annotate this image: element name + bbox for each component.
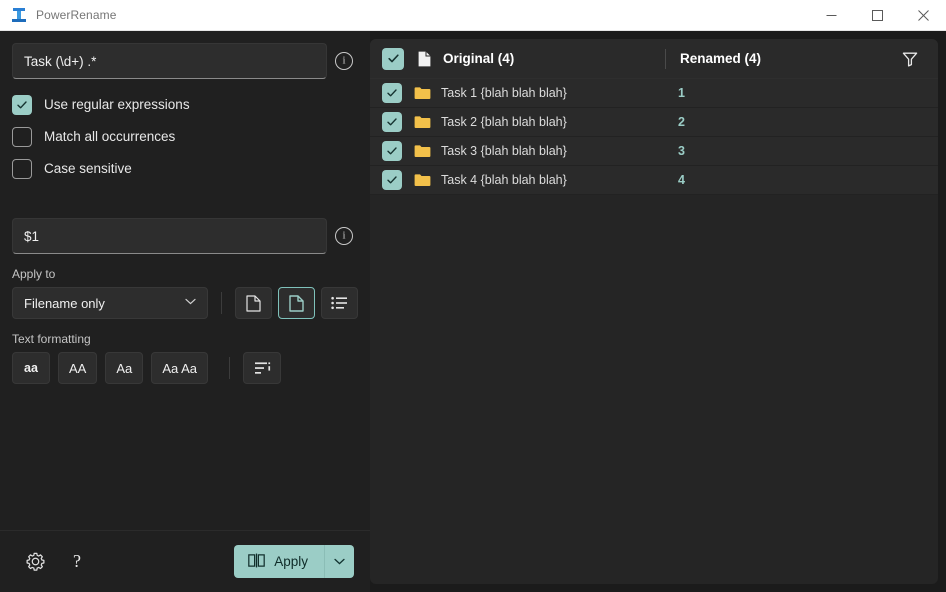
row-checkbox[interactable]	[382, 112, 402, 132]
capitalize-each-word-button[interactable]: Aa Aa	[151, 352, 209, 384]
apply-to-folders-button[interactable]	[277, 287, 315, 319]
file-list-panel: Original (4) Renamed (4) Task 1 {blah bl…	[370, 39, 938, 584]
apply-to-subfolders-button[interactable]	[320, 287, 358, 319]
select-all-checkbox[interactable]	[382, 47, 404, 70]
table-row[interactable]: Task 3 {blah blah blah} 3	[370, 137, 938, 166]
enumerate-items-button[interactable]	[243, 352, 282, 384]
replace-input[interactable]: $1	[12, 218, 327, 254]
file-icon	[416, 51, 433, 67]
help-label: ?	[73, 551, 81, 571]
option-match-all-occurrences[interactable]: Match all occurrences	[12, 126, 358, 147]
apply-button[interactable]: Apply	[234, 545, 324, 578]
divider	[229, 357, 231, 379]
lowercase-button[interactable]: aa	[12, 352, 50, 384]
bottom-action-bar: ? Apply	[0, 530, 370, 592]
checkbox-checked-icon[interactable]	[12, 94, 32, 115]
minimize-icon[interactable]	[808, 0, 854, 31]
apply-to-row: Filename only	[12, 287, 358, 319]
apply-to-select[interactable]: Filename only	[12, 287, 208, 319]
apply-rename-icon	[248, 553, 266, 571]
row-original-name: Task 3 {blah blah blah}	[441, 144, 567, 158]
search-input[interactable]: Task (\d+) .*	[12, 43, 327, 79]
column-header-renamed[interactable]: Renamed (4)	[680, 51, 894, 66]
file-list-header: Original (4) Renamed (4)	[370, 39, 938, 79]
table-row[interactable]: Task 4 {blah blah blah} 4	[370, 166, 938, 195]
row-original-name: Task 2 {blah blah blah}	[441, 115, 567, 129]
title-bar-left: PowerRename	[0, 7, 808, 23]
row-renamed-name: 3	[678, 144, 685, 158]
row-renamed-name: 2	[678, 115, 685, 129]
file-icon	[246, 294, 261, 312]
close-icon[interactable]	[900, 0, 946, 31]
apply-to-files-button[interactable]	[234, 287, 272, 319]
option-label: Match all occurrences	[44, 129, 176, 144]
powerrename-window: PowerRename Task (\d+) .* i Use regular …	[0, 0, 946, 592]
column-divider	[665, 48, 666, 69]
enumerate-items-icon	[254, 362, 270, 374]
apply-dropdown-button[interactable]	[324, 545, 354, 578]
row-original-name: Task 4 {blah blah blah}	[441, 173, 567, 187]
title-bar: PowerRename	[0, 0, 946, 31]
checkbox-unchecked-icon[interactable]	[12, 126, 32, 147]
chevron-down-icon	[334, 558, 345, 565]
controls-scroll-area: Task (\d+) .* i Use regular expressions …	[0, 31, 370, 530]
table-row[interactable]: Task 2 {blah blah blah} 2	[370, 108, 938, 137]
powerrename-icon	[11, 7, 27, 23]
controls-panel: Task (\d+) .* i Use regular expressions …	[0, 31, 370, 592]
filter-icon[interactable]	[894, 44, 926, 74]
apply-label: Apply	[274, 554, 308, 569]
option-label: Case sensitive	[44, 161, 132, 176]
divider	[220, 292, 222, 314]
folder-file-icon	[289, 294, 304, 312]
column-header-original[interactable]: Original (4)	[443, 51, 665, 66]
option-use-regular-expressions[interactable]: Use regular expressions	[12, 94, 358, 115]
folder-icon	[414, 86, 431, 100]
chevron-down-icon	[185, 298, 196, 308]
folder-icon	[414, 115, 431, 129]
search-info-icon[interactable]: i	[335, 52, 353, 70]
search-options-group: Use regular expressions Match all occurr…	[12, 94, 358, 179]
text-formatting-row: aa AA Aa Aa Aa	[12, 352, 358, 384]
file-list-body: Task 1 {blah blah blah} 1 Task 2 {blah b…	[370, 79, 938, 584]
option-case-sensitive[interactable]: Case sensitive	[12, 158, 358, 179]
row-checkbox[interactable]	[382, 83, 402, 103]
table-row[interactable]: Task 1 {blah blah blah} 1	[370, 79, 938, 108]
folder-icon	[414, 144, 431, 158]
search-field-row: Task (\d+) .* i	[12, 43, 358, 79]
row-original-name: Task 1 {blah blah blah}	[441, 86, 567, 100]
row-renamed-name: 1	[678, 86, 685, 100]
apply-to-label: Apply to	[12, 267, 56, 281]
help-button[interactable]: ?	[60, 545, 94, 579]
gear-icon	[26, 552, 44, 571]
row-checkbox[interactable]	[382, 170, 402, 190]
checkbox-unchecked-icon[interactable]	[12, 158, 32, 179]
uppercase-button[interactable]: AA	[58, 352, 98, 384]
text-formatting-label: Text formatting	[12, 332, 91, 346]
list-indent-icon	[331, 296, 347, 310]
replace-info-icon[interactable]: i	[335, 227, 353, 245]
apply-button-group: Apply	[234, 545, 354, 578]
apply-to-selected-value: Filename only	[24, 295, 105, 311]
maximize-icon[interactable]	[854, 0, 900, 31]
main-body: Task (\d+) .* i Use regular expressions …	[0, 31, 946, 592]
row-checkbox[interactable]	[382, 141, 402, 161]
option-label: Use regular expressions	[44, 97, 190, 112]
replace-field-row: $1 i	[12, 218, 358, 254]
window-controls	[808, 0, 946, 31]
settings-button[interactable]	[18, 545, 52, 579]
window-title: PowerRename	[36, 8, 117, 22]
folder-icon	[414, 173, 431, 187]
titlecase-button[interactable]: Aa	[105, 352, 144, 384]
row-renamed-name: 4	[678, 173, 685, 187]
